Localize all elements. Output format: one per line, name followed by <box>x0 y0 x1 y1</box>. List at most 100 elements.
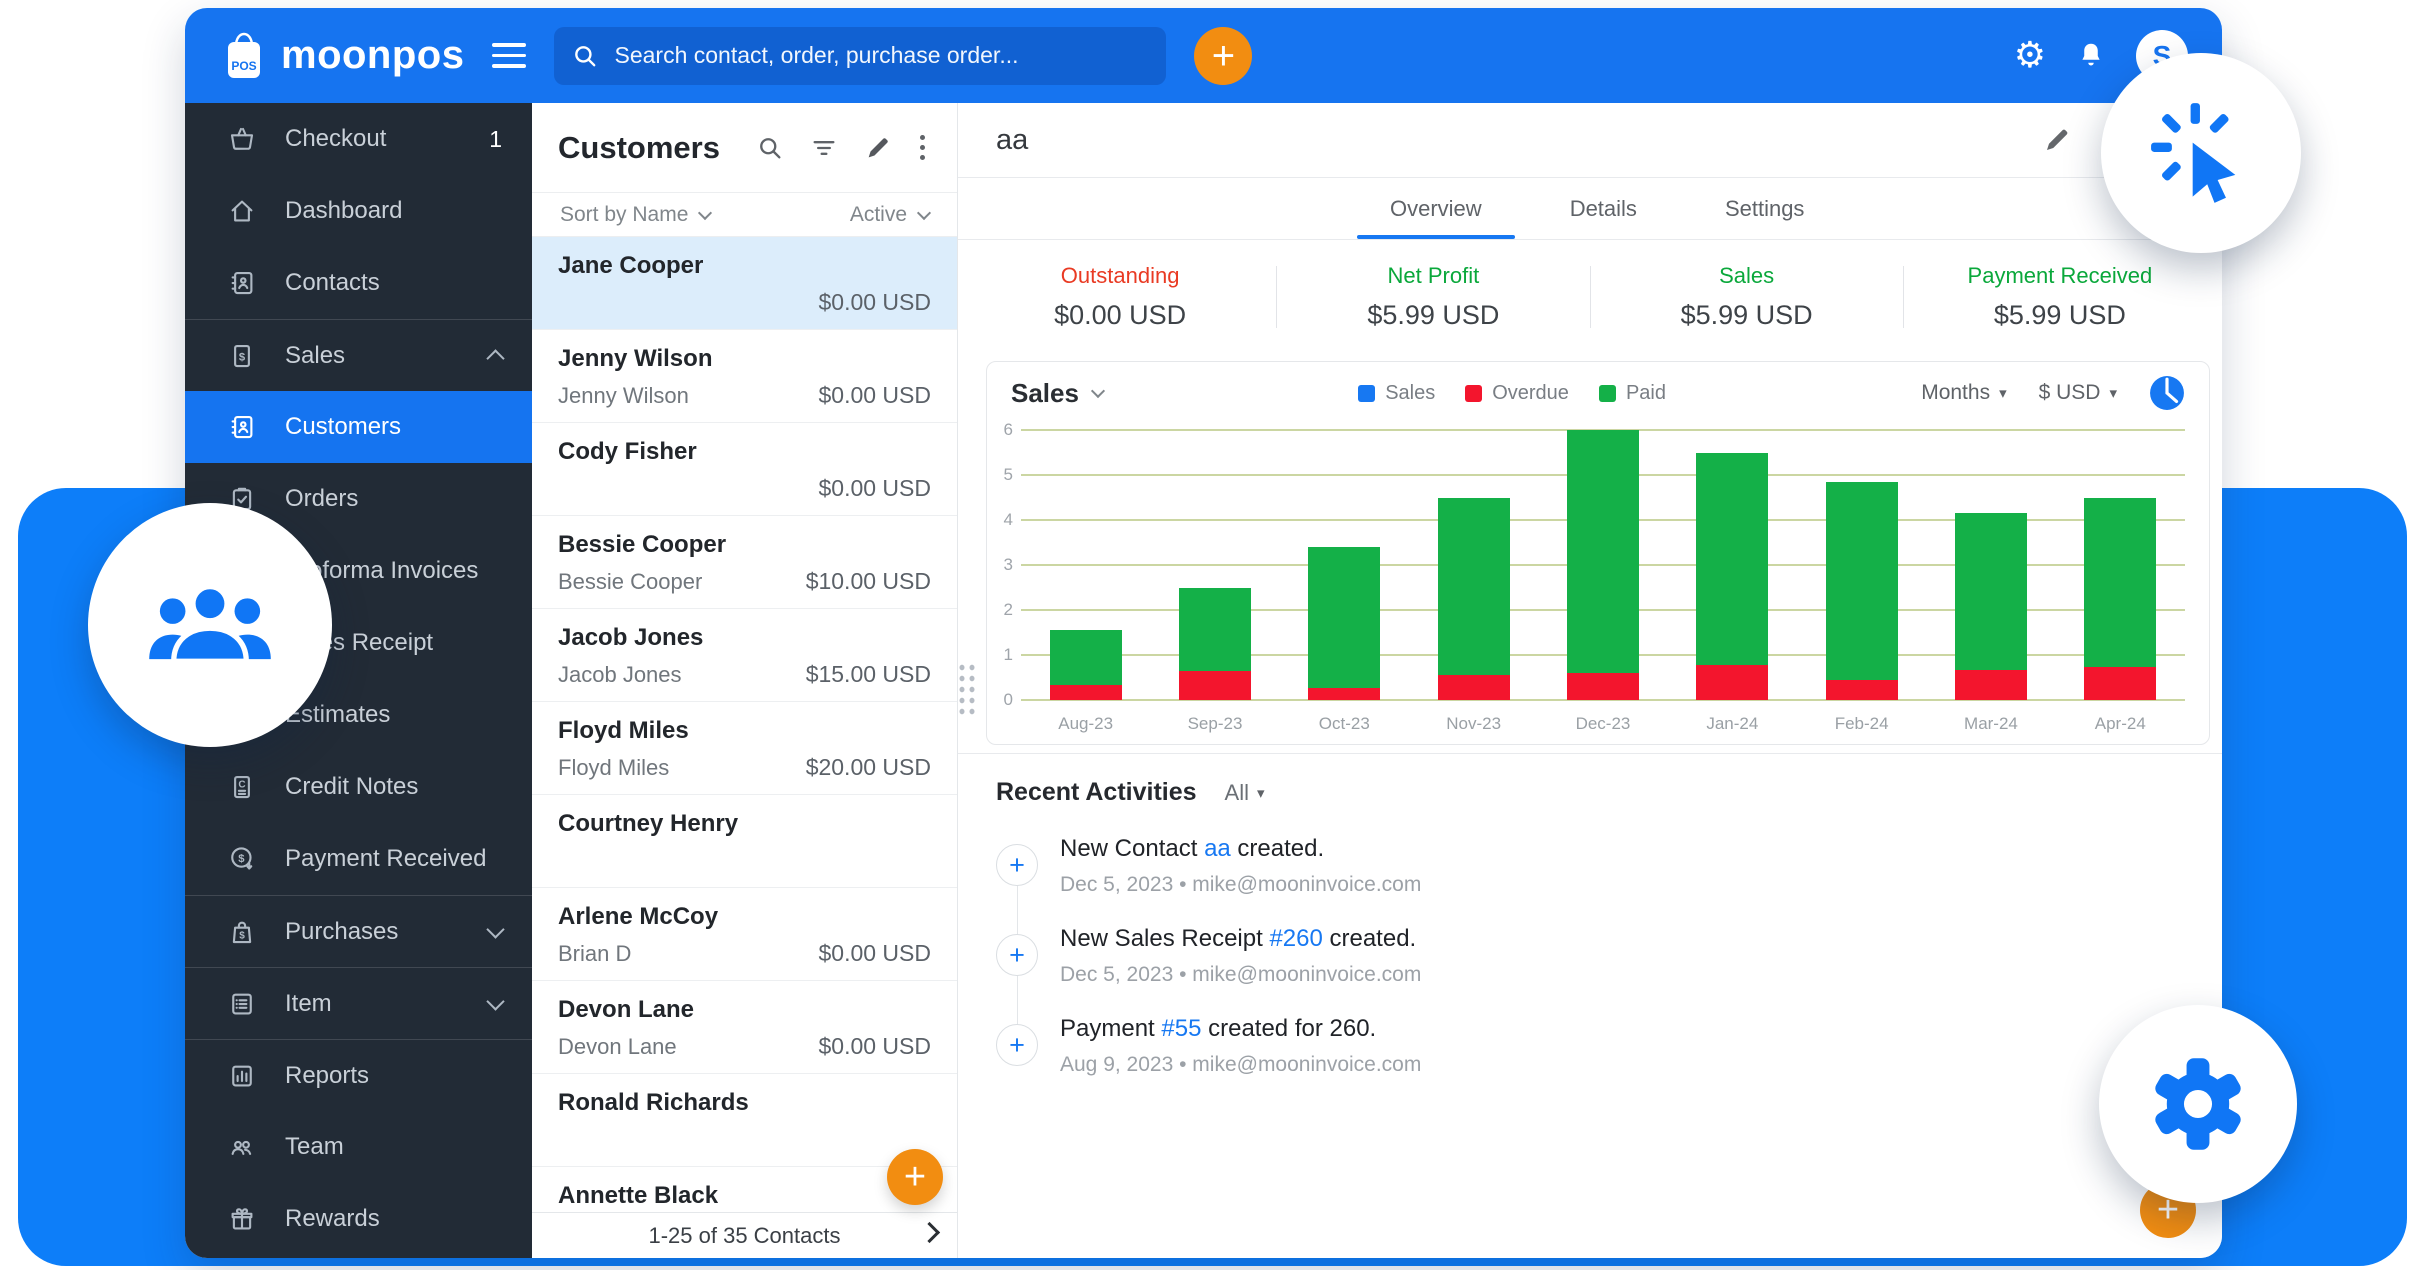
tab-overview[interactable]: Overview <box>1390 178 1482 239</box>
sidebar-item-item[interactable]: Item <box>185 967 532 1039</box>
topbar: POS moonpos + ⚙ S <box>185 8 2222 103</box>
bar-segment-overdue-Nov-23 <box>1438 675 1510 700</box>
settings-gear-icon[interactable]: ⚙ <box>2014 38 2046 74</box>
legend-swatch <box>1599 385 1616 402</box>
customer-detail-panel: aa $ Overview Details Settings Outstandi… <box>958 103 2222 1258</box>
detail-tabs: Overview Details Settings <box>958 178 2222 240</box>
customer-row[interactable]: Arlene McCoy Brian D$0.00 USD <box>532 888 957 981</box>
status-filter-dropdown[interactable]: Active <box>850 203 929 227</box>
bar-group-Dec-23 <box>1567 430 1639 700</box>
edit-pencil-icon[interactable] <box>864 134 892 162</box>
sidebar-item-rewards[interactable]: Rewards <box>185 1183 532 1255</box>
sidebar-item-sales[interactable]: $ Sales <box>185 319 532 391</box>
customer-row[interactable]: Jacob Jones Jacob Jones$15.00 USD <box>532 609 957 702</box>
brand-logo[interactable]: POS moonpos <box>221 30 464 82</box>
activities-title: Recent Activities <box>996 778 1197 807</box>
customer-row[interactable]: Jane Cooper $0.00 USD <box>532 237 957 330</box>
chart-header: Sales Sales Overdue Paid Months▾ $ USD▾ <box>987 362 2209 424</box>
sidebar-item-credit-notes[interactable]: C Credit Notes <box>185 751 532 823</box>
sales-chart-card: Sales Sales Overdue Paid Months▾ $ USD▾ <box>986 361 2210 745</box>
checkout-count-badge: 1 <box>489 126 502 153</box>
bar-segment-paid-Dec-23 <box>1567 430 1639 673</box>
customers-list-panel: Customers Sort by Name Active Jane Coope… <box>532 103 958 1258</box>
list-toolbar: Sort by Name Active <box>532 193 957 237</box>
bar-segment-paid-Jan-24 <box>1696 453 1768 666</box>
customer-row[interactable]: Devon Lane Devon Lane$0.00 USD <box>532 981 957 1074</box>
sidebar-item-payment-received[interactable]: $ Payment Received <box>185 823 532 895</box>
detail-header: aa $ <box>958 103 2222 178</box>
customer-row[interactable]: Ronald Richards <box>532 1074 957 1167</box>
kebab-menu-icon[interactable] <box>918 133 927 162</box>
svg-text:$: $ <box>238 853 245 865</box>
bar-segment-paid-Mar-24 <box>1955 513 2027 670</box>
activity-plus-node[interactable]: + <box>996 844 1038 886</box>
bar-chart-icon <box>225 1061 259 1091</box>
y-tick-label: 6 <box>991 420 1013 440</box>
chart-type-dropdown[interactable]: Sales <box>1011 378 1103 409</box>
sidebar-item-reports[interactable]: Reports <box>185 1039 532 1111</box>
edit-pencil-icon[interactable] <box>2042 125 2072 155</box>
x-tick-label: Dec-23 <box>1538 714 1667 734</box>
activity-plus-node[interactable]: + <box>996 1024 1038 1066</box>
activities-filter-dropdown[interactable]: All▾ <box>1225 780 1265 806</box>
activity-link[interactable]: aa <box>1204 835 1231 862</box>
hamburger-menu-icon[interactable] <box>492 43 526 68</box>
quick-add-button[interactable]: + <box>1194 27 1252 85</box>
x-tick-label: Jan-24 <box>1668 714 1797 734</box>
gear-icon <box>2146 1052 2250 1156</box>
x-tick-label: Nov-23 <box>1409 714 1538 734</box>
customer-row[interactable]: Floyd Miles Floyd Miles$20.00 USD <box>532 702 957 795</box>
address-book-icon <box>225 412 259 442</box>
add-customer-fab[interactable]: + <box>887 1149 943 1205</box>
bar-segment-overdue-Oct-23 <box>1308 688 1380 700</box>
stat-payment-received: Payment Received $5.99 USD <box>1904 263 2216 331</box>
activity-link[interactable]: #55 <box>1161 1015 1201 1042</box>
canvas: POS moonpos + ⚙ S <box>0 0 2420 1270</box>
activity-link[interactable]: #260 <box>1269 925 1322 952</box>
tab-details[interactable]: Details <box>1570 178 1637 239</box>
activity-meta: Dec 5, 2023 • mike@mooninvoice.com <box>1060 873 1421 897</box>
invoice-dollar-icon: $ <box>225 341 259 371</box>
gift-icon <box>225 1204 259 1234</box>
team-icon <box>225 1132 259 1162</box>
customer-row[interactable]: Cody Fisher $0.00 USD <box>532 423 957 516</box>
sidebar-item-team[interactable]: Team <box>185 1111 532 1183</box>
shopping-bag-dollar-icon: $ <box>225 917 259 947</box>
tab-settings[interactable]: Settings <box>1725 178 1805 239</box>
notifications-bell-icon[interactable] <box>2076 40 2106 72</box>
y-tick-label: 2 <box>991 600 1013 620</box>
sidebar-item-purchases[interactable]: $ Purchases <box>185 895 532 967</box>
customer-row[interactable]: Courtney Henry <box>532 795 957 888</box>
legend-swatch <box>1358 385 1375 402</box>
activity-plus-node[interactable]: + <box>996 934 1038 976</box>
sidebar-item-customers[interactable]: Customers <box>185 391 532 463</box>
pie-chart-toggle-icon[interactable] <box>2149 375 2185 411</box>
sidebar-item-contacts[interactable]: Contacts <box>185 247 532 319</box>
bar-segment-overdue-Feb-24 <box>1826 680 1898 700</box>
y-tick-label: 1 <box>991 645 1013 665</box>
next-page-chevron-icon[interactable] <box>919 1222 940 1243</box>
activity-meta: Aug 9, 2023 • mike@mooninvoice.com <box>1060 1053 1421 1077</box>
bar-segment-paid-Aug-23 <box>1050 630 1122 685</box>
chart-grid: 0123456 <box>1021 430 2185 700</box>
bar-group-Jan-24 <box>1696 430 1768 700</box>
search-icon[interactable] <box>756 134 784 162</box>
credit-note-icon: C <box>225 772 259 802</box>
sidebar-item-dashboard[interactable]: Dashboard <box>185 175 532 247</box>
svg-text:C: C <box>238 780 245 791</box>
customer-row[interactable]: Jenny Wilson Jenny Wilson$0.00 USD <box>532 330 957 423</box>
currency-dropdown[interactable]: $ USD▾ <box>2039 381 2117 405</box>
search-input[interactable] <box>612 41 1148 70</box>
app-window: POS moonpos + ⚙ S <box>185 8 2222 1258</box>
svg-text:$: $ <box>239 930 245 941</box>
customer-row[interactable]: Bessie Cooper Bessie Cooper$10.00 USD <box>532 516 957 609</box>
sort-dropdown[interactable]: Sort by Name <box>560 203 710 227</box>
sidebar-item-checkout[interactable]: Checkout 1 <box>185 103 532 175</box>
period-dropdown[interactable]: Months▾ <box>1921 381 2006 405</box>
customer-name-title: aa <box>996 124 2042 157</box>
chevron-down-icon <box>698 205 712 219</box>
filter-icon[interactable] <box>810 134 838 162</box>
bar-segment-overdue-Apr-24 <box>2084 667 2156 700</box>
bar-group-Apr-24 <box>2084 430 2156 700</box>
bar-segment-overdue-Aug-23 <box>1050 685 1122 700</box>
